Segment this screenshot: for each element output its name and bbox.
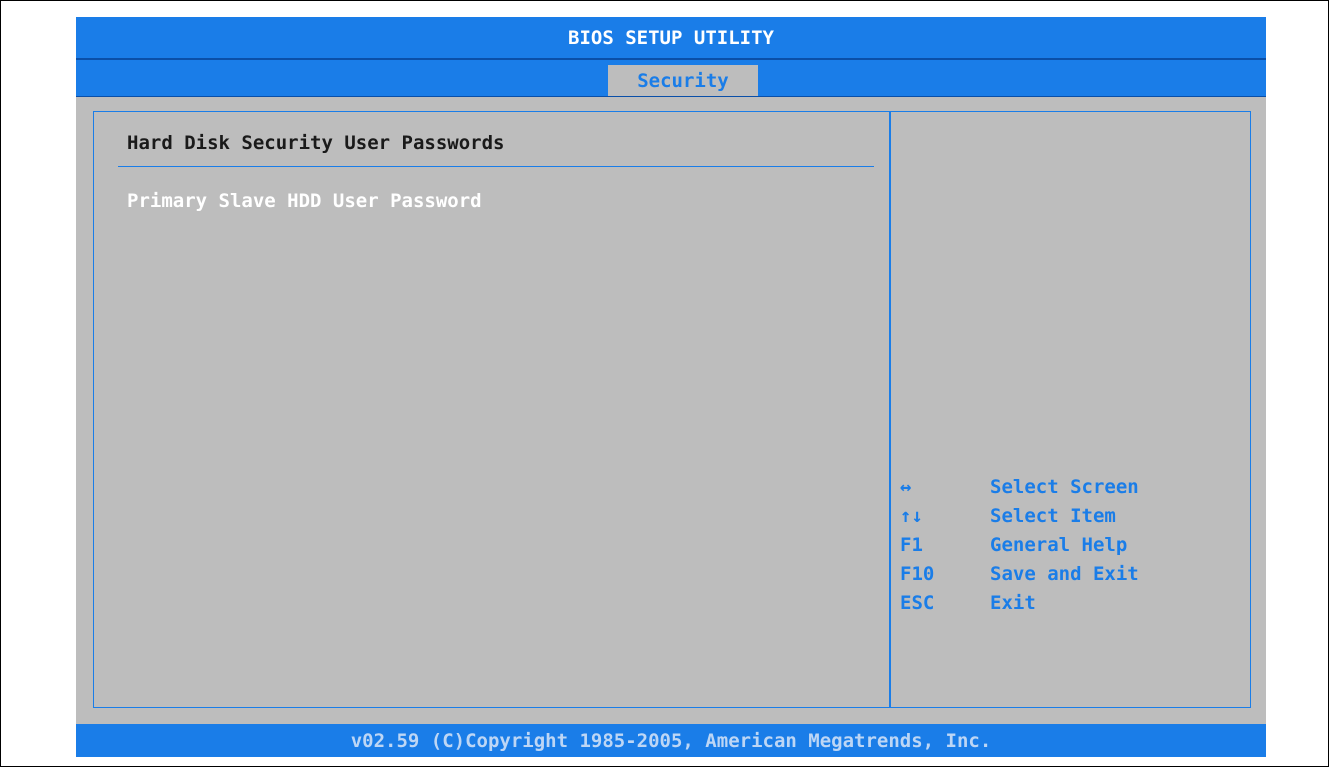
tab-security[interactable]: Security (608, 65, 758, 96)
copyright-text: v02.59 (C)Copyright 1985-2005, American … (350, 729, 992, 752)
menu-item-primary-slave-hdd-user-password[interactable]: Primary Slave HDD User Password (127, 190, 482, 212)
menu-bar: Security (76, 59, 1266, 97)
copyright-footer: v02.59 (C)Copyright 1985-2005, American … (76, 724, 1266, 757)
section-divider (118, 166, 874, 167)
help-desc: Save and Exit (990, 563, 1139, 585)
help-key: F10 (900, 563, 935, 585)
help-desc: General Help (990, 534, 1128, 556)
bios-screen: BIOS SETUP UTILITY Security Hard Disk Se… (76, 17, 1266, 757)
help-row-select-screen: ↔ Select Screen (900, 473, 1139, 501)
title-bar: BIOS SETUP UTILITY (76, 17, 1266, 59)
help-panel: ↔ Select Screen ↑↓ Select Item F1 Genera… (889, 111, 1251, 708)
tab-label: Security (637, 69, 729, 92)
help-row-save-and-exit: F10 Save and Exit (900, 560, 1139, 588)
help-row-select-item: ↑↓ Select Item (900, 502, 1116, 530)
window-title: BIOS SETUP UTILITY (568, 26, 774, 49)
section-title: Hard Disk Security User Passwords (127, 132, 505, 154)
help-desc: Exit (990, 592, 1036, 614)
help-desc: Select Screen (990, 476, 1139, 498)
left-right-arrow-icon: ↔ (900, 476, 912, 498)
help-key: ESC (900, 592, 935, 614)
help-row-general-help: F1 General Help (900, 531, 1127, 559)
help-key: F1 (900, 534, 923, 556)
up-down-arrow-icon: ↑↓ (900, 505, 923, 527)
help-desc: Select Item (990, 505, 1116, 527)
main-panel: Hard Disk Security User Passwords Primar… (93, 111, 891, 708)
help-row-exit: ESC Exit (900, 589, 1036, 617)
